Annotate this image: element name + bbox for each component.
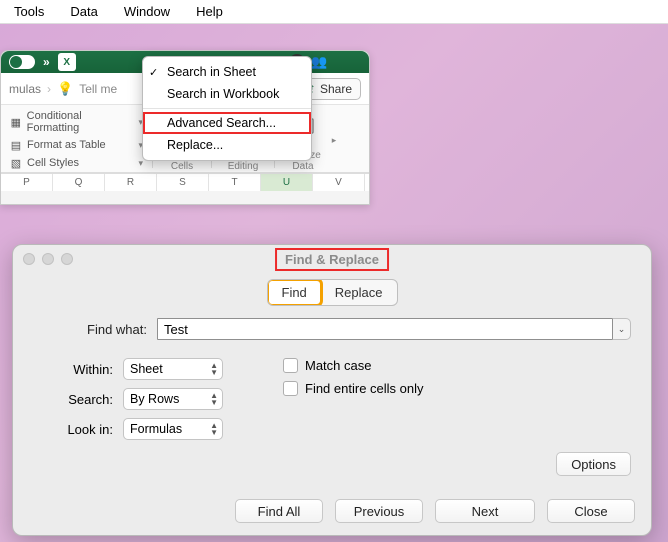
find-what-input[interactable] <box>157 318 613 340</box>
menu-window[interactable]: Window <box>124 4 170 19</box>
dropdown-caret-icon: ▾ <box>138 158 143 169</box>
select-stepper-icon: ▲▼ <box>210 392 218 406</box>
match-case-label: Match case <box>305 358 371 373</box>
options-button[interactable]: Options <box>556 452 631 476</box>
entire-cells-checkbox[interactable] <box>283 381 298 396</box>
lookin-label: Look in: <box>33 422 113 437</box>
autosave-toggle[interactable] <box>9 55 35 69</box>
col-header[interactable]: T <box>209 174 261 191</box>
col-header[interactable]: P <box>1 174 53 191</box>
conditional-formatting-icon: ▦ <box>9 115 23 129</box>
dialog-title: Find & Replace <box>275 248 389 271</box>
find-replace-tabs: Find Replace <box>267 279 398 306</box>
share-people-icon[interactable]: 👥 <box>311 54 329 70</box>
previous-button[interactable]: Previous <box>335 499 423 523</box>
ribbon-group-cells: Cells <box>171 161 193 172</box>
lookin-select[interactable]: Formulas▲▼ <box>123 418 223 440</box>
checkmark-icon: ✓ <box>149 66 158 79</box>
quick-access-more-icon[interactable]: » <box>43 55 50 69</box>
next-button[interactable]: Next <box>435 499 535 523</box>
find-replace-dialog: Find & Replace Find Replace Find what: ⌄… <box>12 244 652 536</box>
within-label: Within: <box>33 362 113 377</box>
format-as-table-button[interactable]: ▤Format as Table▾ <box>7 137 145 153</box>
menu-search-in-sheet[interactable]: ✓Search in Sheet <box>143 61 311 83</box>
col-header[interactable]: S <box>157 174 209 191</box>
search-select[interactable]: By Rows▲▼ <box>123 388 223 410</box>
traffic-close[interactable] <box>23 253 35 265</box>
traffic-lights <box>23 253 73 265</box>
system-menubar: Tools Data Window Help <box>0 0 668 24</box>
close-button[interactable]: Close <box>547 499 635 523</box>
ribbon-tab-formulas[interactable]: mulas <box>9 82 41 96</box>
menu-search-in-workbook[interactable]: Search in Workbook <box>143 83 311 105</box>
menu-advanced-search[interactable]: Advanced Search... <box>143 112 311 134</box>
tellme-input[interactable]: Tell me <box>79 82 117 96</box>
col-header-selected[interactable]: U <box>261 174 313 191</box>
find-all-button[interactable]: Find All <box>235 499 323 523</box>
menu-replace[interactable]: Replace... <box>143 134 311 156</box>
match-case-checkbox[interactable] <box>283 358 298 373</box>
traffic-max[interactable] <box>61 253 73 265</box>
traffic-min[interactable] <box>42 253 54 265</box>
table-icon: ▤ <box>9 138 23 152</box>
menu-separator <box>143 108 311 109</box>
col-header[interactable]: Q <box>53 174 105 191</box>
col-header[interactable]: V <box>313 174 365 191</box>
excel-app-icon: X <box>58 53 76 71</box>
cell-styles-button[interactable]: ▧Cell Styles▾ <box>7 155 145 171</box>
dialog-titlebar: Find & Replace <box>13 245 651 273</box>
search-dropdown-menu: ✓Search in Sheet Search in Workbook Adva… <box>142 56 312 161</box>
menu-data[interactable]: Data <box>70 4 97 19</box>
find-what-label: Find what: <box>33 322 147 337</box>
menu-tools[interactable]: Tools <box>14 4 44 19</box>
select-stepper-icon: ▲▼ <box>210 362 218 376</box>
entire-cells-label: Find entire cells only <box>305 381 424 396</box>
cell-styles-icon: ▧ <box>9 156 23 170</box>
tab-replace[interactable]: Replace <box>321 280 397 305</box>
tellme-bulb-icon: 💡 <box>57 81 73 97</box>
ribbon-scroll-right-icon[interactable]: ▸ <box>328 109 340 172</box>
share-label: Share <box>320 82 352 96</box>
column-headers: P Q R S T U V <box>1 173 369 191</box>
col-header[interactable]: R <box>105 174 157 191</box>
find-what-history-caret-icon[interactable]: ⌄ <box>613 318 631 340</box>
select-stepper-icon: ▲▼ <box>210 422 218 436</box>
conditional-formatting-button[interactable]: ▦Conditional Formatting▾ <box>7 109 145 135</box>
search-label: Search: <box>33 392 113 407</box>
tab-find[interactable]: Find <box>268 280 321 305</box>
ribbon-group-editing: Editing <box>228 161 259 172</box>
within-select[interactable]: Sheet▲▼ <box>123 358 223 380</box>
menu-help[interactable]: Help <box>196 4 223 19</box>
